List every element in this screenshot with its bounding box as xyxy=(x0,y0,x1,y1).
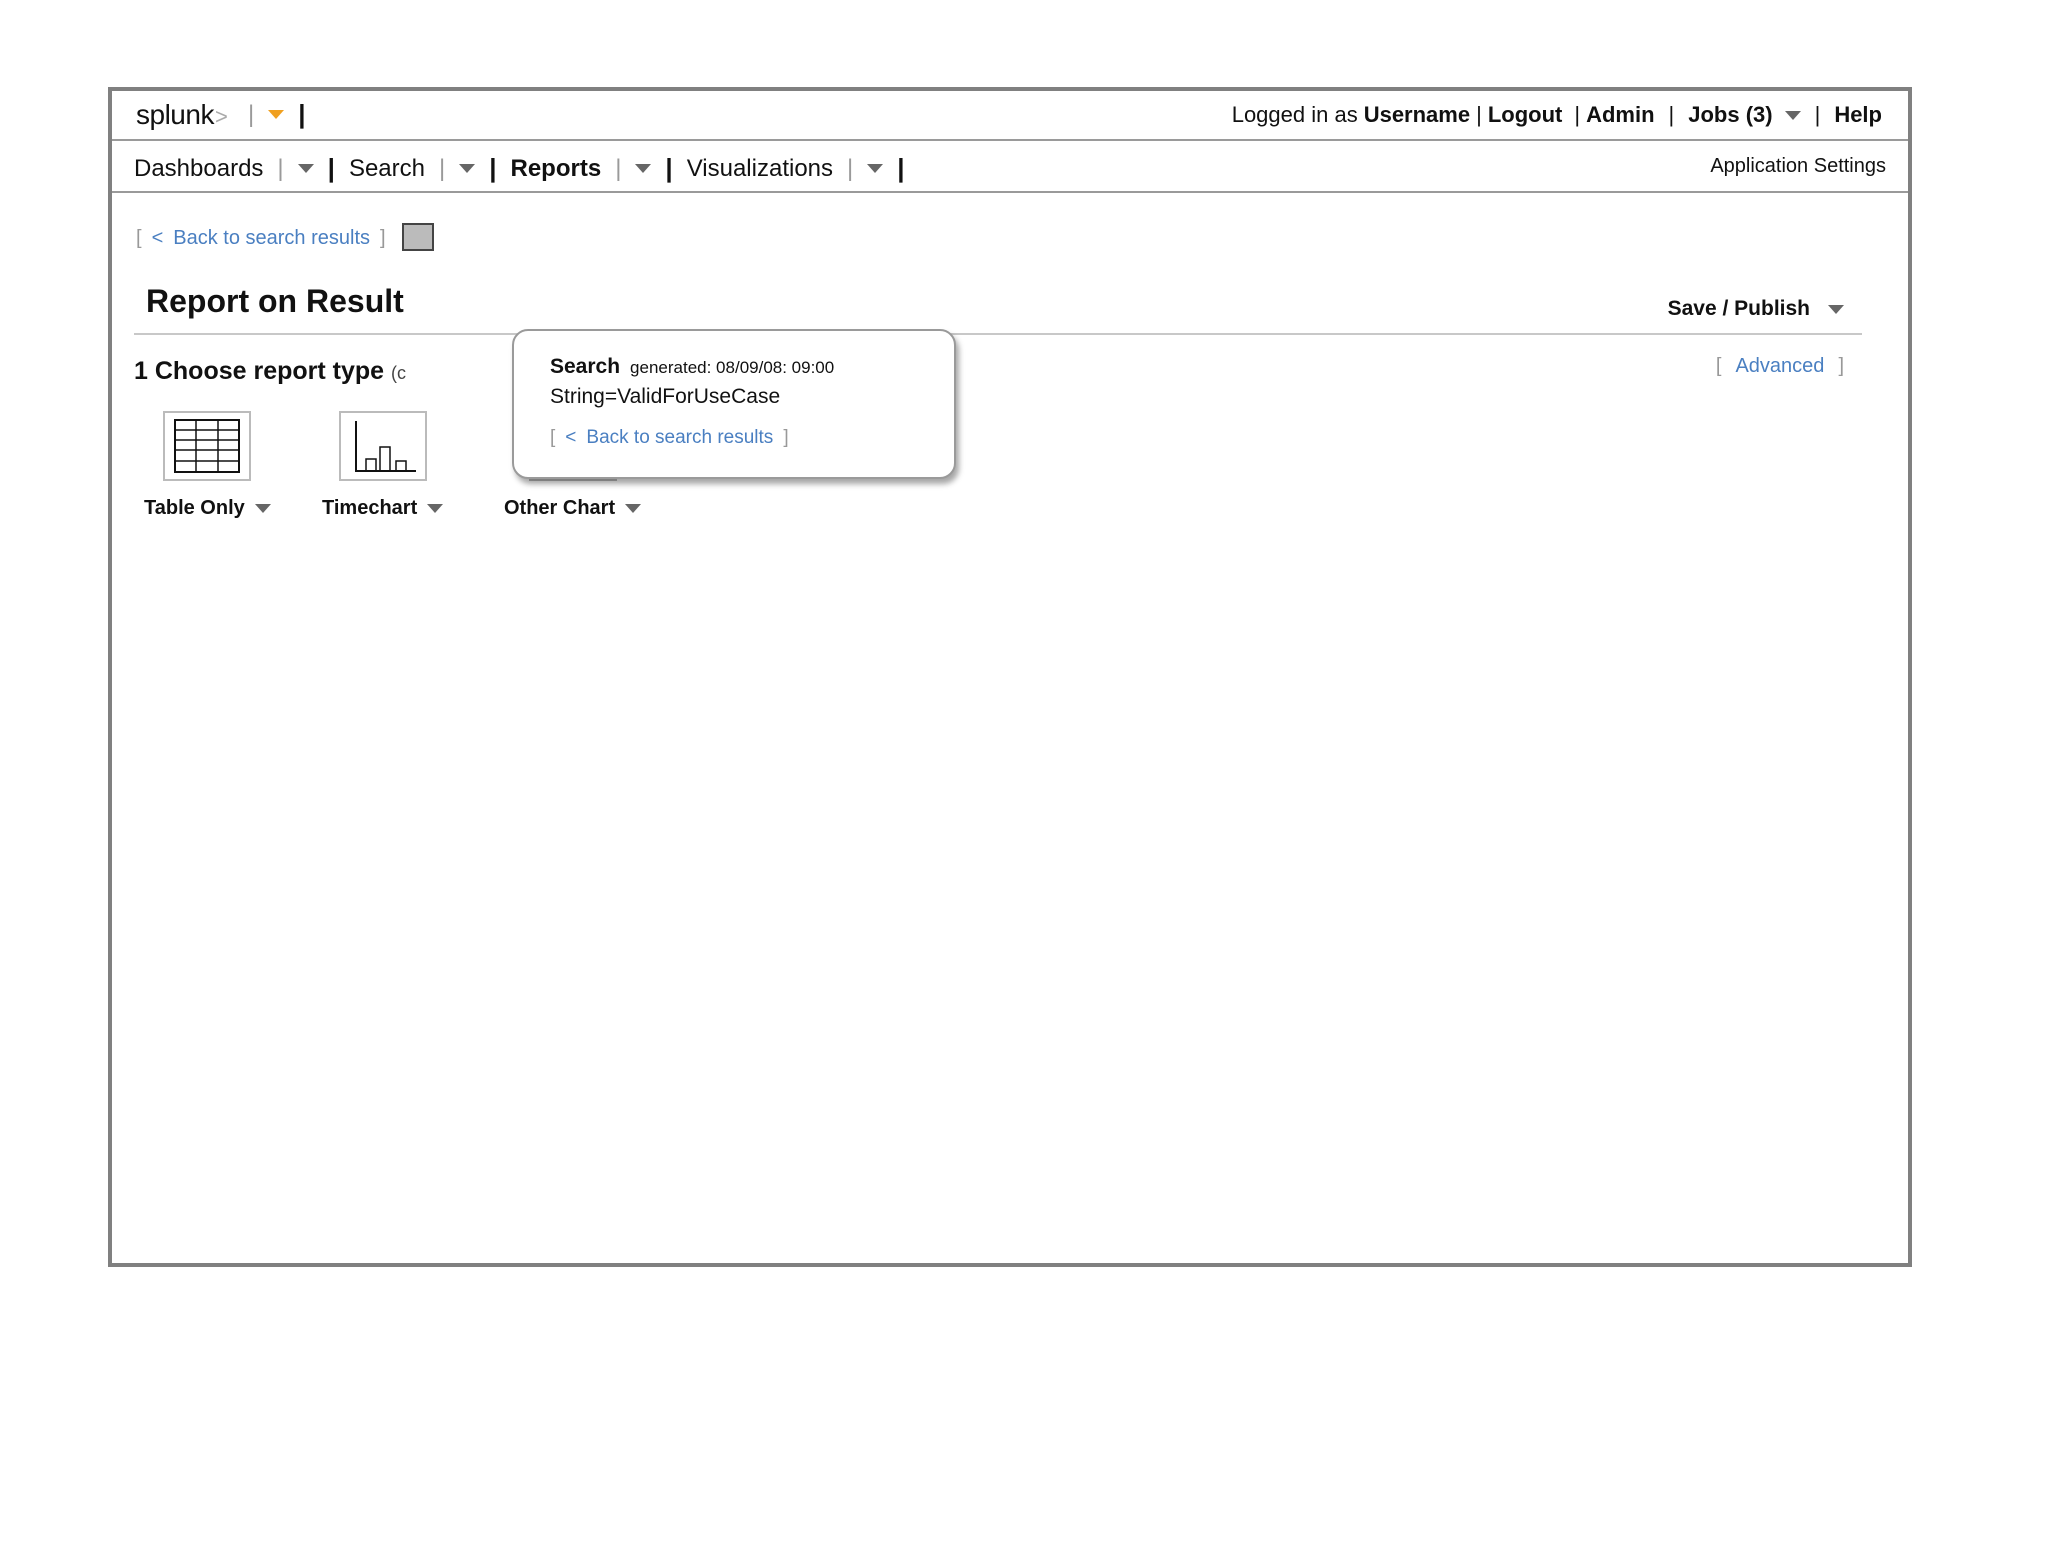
admin-link[interactable]: Admin xyxy=(1586,102,1654,128)
report-type-label: Other Chart xyxy=(504,497,616,519)
app-dropdown-chevron-icon[interactable] xyxy=(268,110,285,119)
popup-title: Search xyxy=(550,355,621,378)
save-publish-menu[interactable]: Save / Publish xyxy=(1668,297,1844,321)
dashboards-dropdown-chevron-icon[interactable] xyxy=(297,164,314,173)
jobs-dropdown-chevron-icon[interactable] xyxy=(1784,110,1801,120)
back-to-search-results[interactable]: [ < Back to search results ] xyxy=(136,227,386,250)
separator: | xyxy=(1574,102,1581,127)
separator: | xyxy=(1814,102,1821,127)
separator: | xyxy=(277,154,284,182)
bracket-open: [ xyxy=(550,427,556,448)
application-settings-link[interactable]: Application Settings xyxy=(1710,155,1886,178)
bar-chart-icon xyxy=(338,411,427,481)
chevron-down-icon xyxy=(427,504,444,513)
bracket-open: [ xyxy=(1715,355,1722,377)
nav-item-visualizations[interactable]: Visualizations xyxy=(687,155,833,183)
logo-text: splunk xyxy=(136,99,214,130)
report-type-table-only[interactable]: Table Only xyxy=(144,411,271,520)
title-divider xyxy=(134,333,1862,335)
reports-dropdown-chevron-icon[interactable] xyxy=(635,164,652,173)
back-arrow-icon: < xyxy=(565,427,577,448)
page-title: Report on Result xyxy=(146,283,404,319)
search-info-toggle-button[interactable] xyxy=(402,223,434,251)
help-link[interactable]: Help xyxy=(1834,102,1882,128)
logout-link[interactable]: Logout xyxy=(1488,102,1563,128)
logo-suffix: > xyxy=(214,104,228,129)
nav-item-search[interactable]: Search xyxy=(349,155,425,183)
popup-search-query: String=ValidForUseCase xyxy=(550,385,781,408)
separator: | xyxy=(897,153,905,183)
back-link-label: Back to search results xyxy=(173,227,370,249)
report-type-timechart[interactable]: Timechart xyxy=(322,411,444,520)
save-publish-label: Save / Publish xyxy=(1667,297,1810,320)
search-dropdown-chevron-icon[interactable] xyxy=(459,164,476,173)
separator: | xyxy=(298,99,306,129)
separator: | xyxy=(1476,102,1482,127)
separator: | xyxy=(438,154,446,182)
search-info-popup: Search generated: 08/09/08: 09:00 String… xyxy=(512,329,956,479)
app-nav-bar: Dashboards | | Search | | Reports | | Vi… xyxy=(112,141,1908,193)
step-hint: (c xyxy=(391,363,407,383)
separator: | xyxy=(1668,102,1675,127)
logged-in-label: Logged in as xyxy=(1231,102,1358,127)
separator: | xyxy=(847,154,854,182)
top-bar: splunk> | | Logged in as Username | Logo… xyxy=(112,91,1908,141)
separator: | xyxy=(327,153,335,183)
report-type-label: Table Only xyxy=(144,497,245,519)
jobs-link[interactable]: Jobs (3) xyxy=(1688,102,1772,128)
app-nav: Dashboards | | Search | | Reports | | Vi… xyxy=(134,153,905,184)
popup-header: Search generated: 08/09/08: 09:00 xyxy=(550,355,834,379)
nav-item-dashboards[interactable]: Dashboards xyxy=(134,155,263,183)
popup-link-label: Back to search results xyxy=(586,427,774,448)
bracket-close: ] xyxy=(1838,355,1844,377)
app-menu-controls: | | xyxy=(248,99,306,130)
separator: | xyxy=(665,153,673,183)
report-type-label: Timechart xyxy=(322,497,418,519)
app-window: splunk> | | Logged in as Username | Logo… xyxy=(108,87,1912,1267)
bracket-open: [ xyxy=(136,227,142,249)
advanced-label: Advanced xyxy=(1735,355,1825,377)
separator: | xyxy=(489,153,497,183)
popup-generated-timestamp: generated: 08/09/08: 09:00 xyxy=(630,358,835,377)
table-icon xyxy=(163,411,252,481)
back-arrow-icon: < xyxy=(151,227,164,249)
popup-back-to-search-results[interactable]: [ < Back to search results ] xyxy=(550,427,789,449)
bracket-close: ] xyxy=(783,427,789,448)
separator: | xyxy=(248,100,255,128)
step-label-text: 1 Choose report type xyxy=(134,357,385,385)
visualizations-dropdown-chevron-icon[interactable] xyxy=(867,164,884,173)
chevron-down-icon xyxy=(1828,304,1844,314)
nav-item-reports[interactable]: Reports xyxy=(511,155,602,183)
chevron-down-icon xyxy=(254,504,271,513)
splunk-logo[interactable]: splunk> xyxy=(136,99,228,131)
username-link[interactable]: Username xyxy=(1364,102,1470,128)
user-area: Logged in as Username | Logout | Admin |… xyxy=(1232,102,1882,128)
bracket-close: ] xyxy=(380,227,386,249)
advanced-link[interactable]: [ Advanced ] xyxy=(1716,355,1844,378)
chevron-down-icon xyxy=(625,504,642,513)
step-choose-report-type: 1 Choose report type (c xyxy=(134,357,406,386)
separator: | xyxy=(615,154,622,182)
